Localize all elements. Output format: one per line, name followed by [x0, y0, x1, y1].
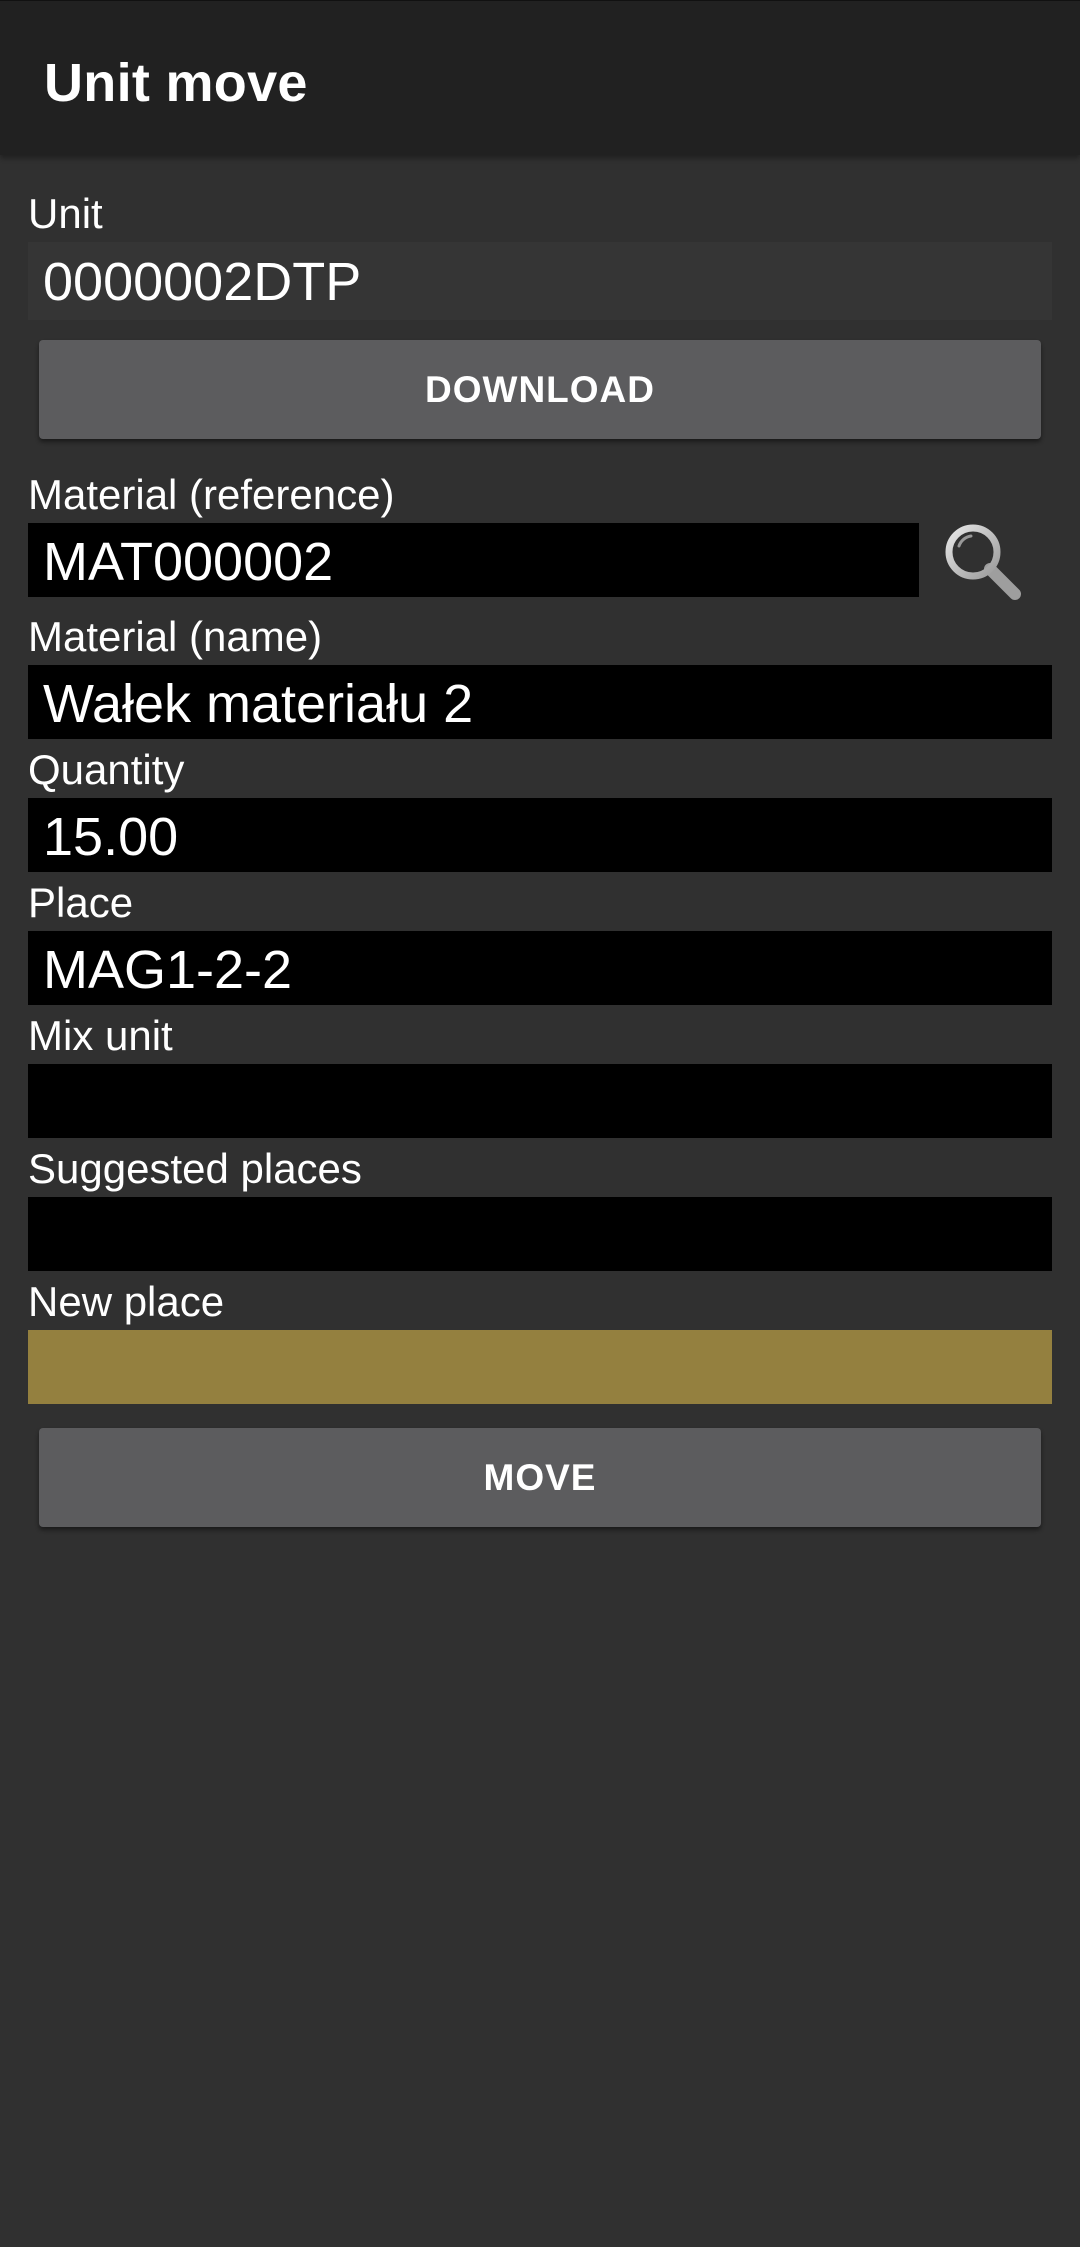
- new-place-field[interactable]: [28, 1330, 1052, 1404]
- mix-unit-label: Mix unit: [28, 1012, 173, 1059]
- move-button[interactable]: MOVE: [39, 1428, 1041, 1527]
- material-name-label: Material (name): [28, 613, 323, 660]
- download-button[interactable]: DOWNLOAD: [39, 340, 1041, 439]
- unit-label: Unit: [28, 190, 103, 237]
- place-field[interactable]: MAG1-2-2: [28, 931, 1052, 1005]
- mix-unit-field[interactable]: [28, 1064, 1052, 1138]
- unit-field[interactable]: 0000002DTP: [28, 242, 1052, 320]
- quantity-label: Quantity: [28, 746, 185, 793]
- suggested-places-label: Suggested places: [28, 1145, 362, 1192]
- new-place-label: New place: [28, 1278, 225, 1325]
- material-name-field[interactable]: Wałek materiału 2: [28, 665, 1052, 739]
- material-search-button[interactable]: [935, 514, 1029, 608]
- search-icon: [945, 524, 1021, 600]
- material-reference-field[interactable]: MAT000002: [28, 523, 919, 597]
- suggested-places-field[interactable]: [28, 1197, 1052, 1271]
- quantity-field[interactable]: 15.00: [28, 798, 1052, 872]
- page-title: Unit move: [44, 53, 308, 113]
- app-toolbar: Unit move: [0, 0, 1080, 155]
- material-reference-label: Material (reference): [28, 471, 395, 518]
- place-label: Place: [28, 879, 134, 926]
